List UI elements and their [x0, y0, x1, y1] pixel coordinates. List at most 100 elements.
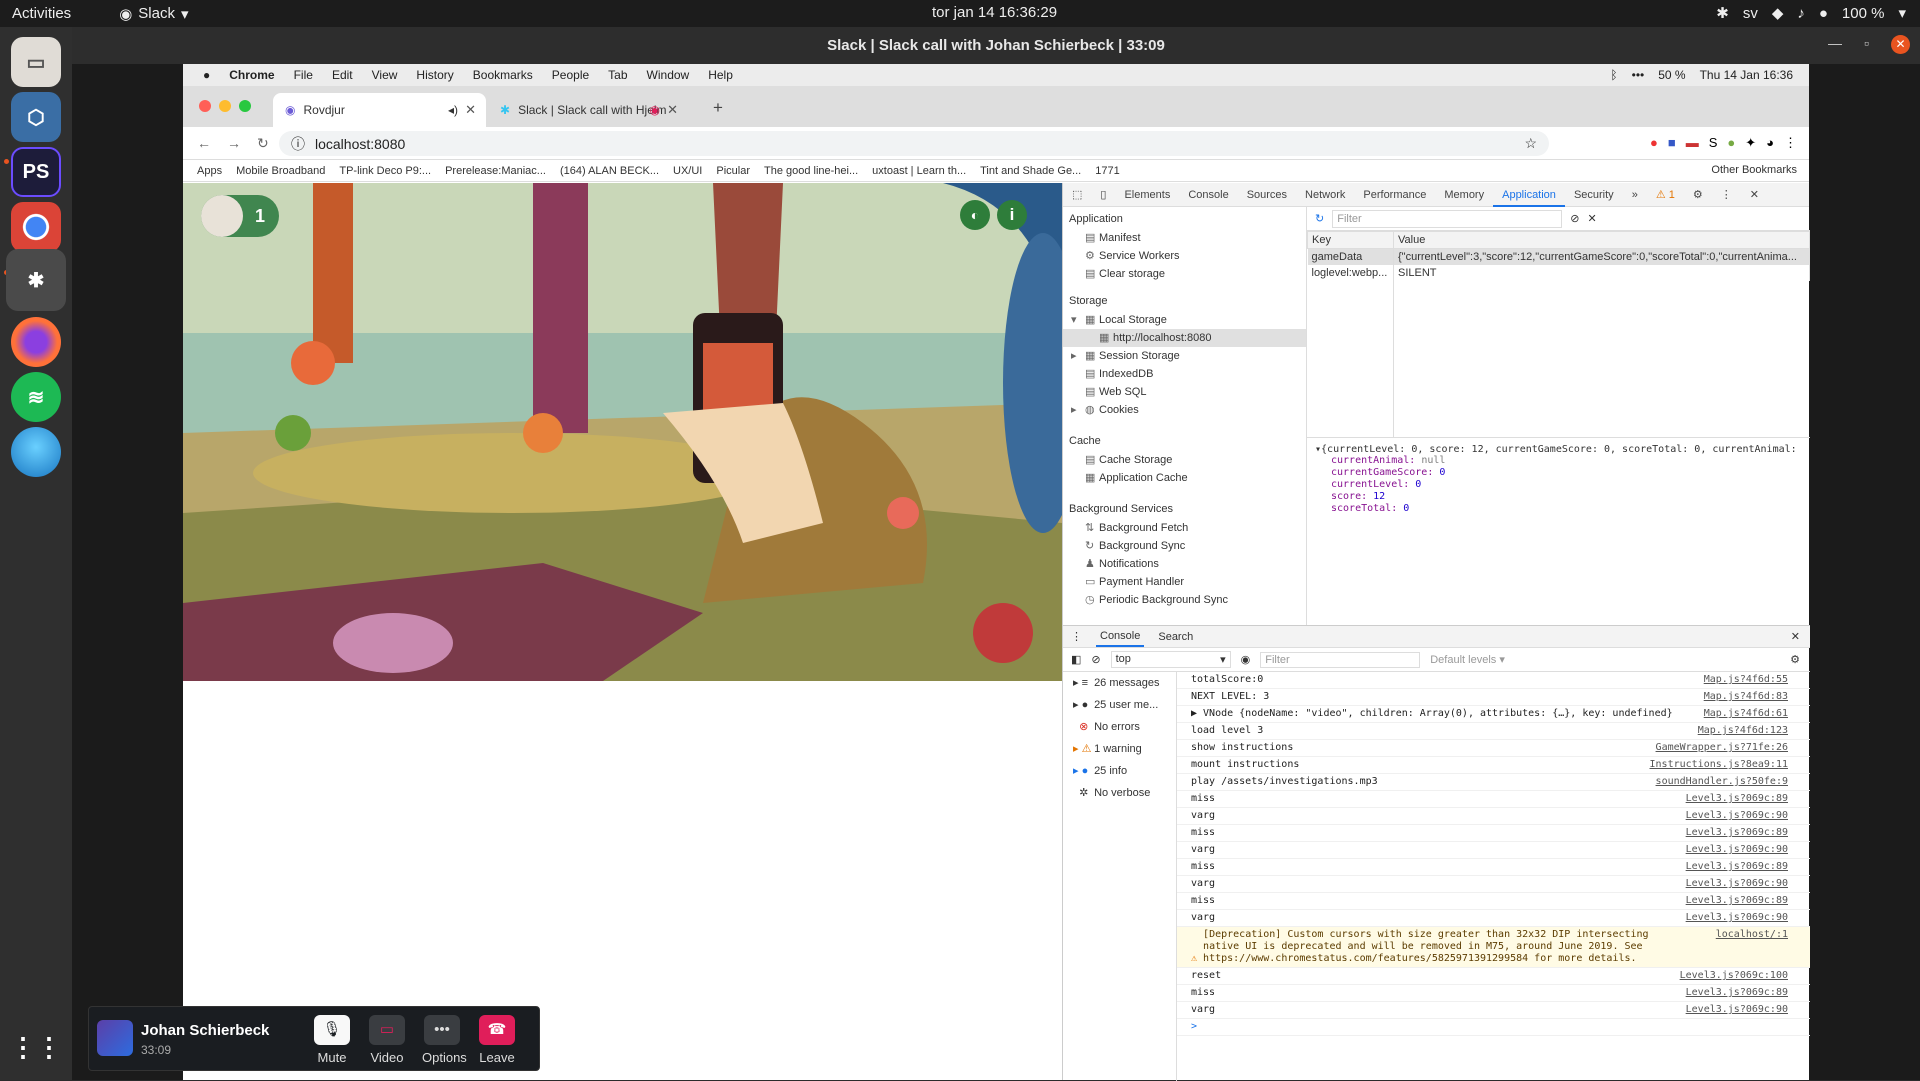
warning-count[interactable]: ⚠ 1 [1647, 183, 1684, 207]
clear-all-icon[interactable]: ⊘ [1570, 212, 1579, 225]
audio-icon[interactable]: ◂) [448, 103, 458, 117]
source-link[interactable]: Map.js?4f6d:123 [1698, 725, 1788, 736]
sidebar-item-session-storage[interactable]: ▸ ▦ Session Storage [1063, 347, 1306, 365]
context-select[interactable]: top ▾ [1110, 651, 1231, 668]
console-message[interactable]: varg Level3.js?069c:90 [1177, 1002, 1810, 1019]
filter-user-messages[interactable]: ▸ ● 25 user me... [1063, 694, 1176, 716]
bookmark-item[interactable]: Picular [716, 165, 750, 177]
firefox-icon[interactable] [11, 317, 61, 367]
source-link[interactable]: Level3.js?069c:90 [1686, 878, 1788, 889]
sidebar-item-local-storage[interactable]: ▾ ▦ Local Storage [1063, 311, 1306, 329]
sidebar-item-notifications[interactable]: ♟ Notifications [1063, 555, 1306, 573]
wifi-icon[interactable]: ◆ [1772, 4, 1784, 22]
column-key[interactable]: Key [1307, 231, 1394, 249]
tab-rovdjur[interactable]: ◉ Rovdjur ◂) ✕ [273, 93, 486, 127]
source-link[interactable]: Level3.js?069c:89 [1686, 793, 1788, 804]
maximize-icon[interactable]: ▫ [1864, 35, 1869, 54]
files-icon[interactable]: ▭ [11, 37, 61, 87]
storage-filter-input[interactable]: Filter [1332, 209, 1563, 228]
sidebar-item-background-fetch[interactable]: ⇅ Background Fetch [1063, 519, 1306, 537]
console-message[interactable]: play /assets/investigations.mp3 soundHand… [1177, 774, 1810, 791]
menu-chrome[interactable]: Chrome [229, 68, 274, 82]
source-link[interactable]: GameWrapper.js?71fe:26 [1656, 742, 1788, 753]
settings-icon[interactable]: ⚙ [1684, 183, 1712, 207]
address-bar[interactable]: ⓘ localhost:8080 ☆ [279, 131, 1549, 156]
console-message[interactable]: miss Level3.js?069c:89 [1177, 791, 1810, 808]
language-indicator[interactable]: sv [1743, 5, 1758, 22]
slack-dock-icon[interactable]: ✱ [6, 249, 66, 311]
console-settings-icon[interactable]: ⚙ [1790, 653, 1800, 666]
source-link[interactable]: Map.js?4f6d:55 [1704, 674, 1788, 685]
eye-icon[interactable]: ◉ [1241, 653, 1251, 666]
close-window-dot[interactable] [199, 100, 211, 112]
info-icon[interactable]: i [997, 200, 1027, 230]
menu-view[interactable]: View [372, 68, 398, 82]
tab-performance[interactable]: Performance [1354, 183, 1435, 207]
profile-avatar[interactable]: ◕ [1766, 135, 1774, 151]
source-link[interactable]: Level3.js?069c:90 [1686, 844, 1788, 855]
sidebar-item-manifest[interactable]: ▤ Manifest [1063, 229, 1306, 247]
drawer-tab-search[interactable]: Search [1158, 631, 1193, 643]
sidebar-item-payment-handler[interactable]: ▭ Payment Handler [1063, 573, 1306, 591]
menu-help[interactable]: Help [708, 68, 733, 82]
source-link[interactable]: soundHandler.js?50fe:9 [1656, 776, 1788, 787]
console-message[interactable]: varg Level3.js?069c:90 [1177, 808, 1810, 825]
tab-slack-call[interactable]: ✱ Slack | Slack call with Hjelm ◉ ✕ [488, 93, 688, 127]
close-tab-icon[interactable]: ✕ [667, 102, 678, 118]
tab-elements[interactable]: Elements [1115, 183, 1179, 207]
browser-icon[interactable] [11, 427, 61, 477]
bookmark-item[interactable]: Prerelease:Maniac... [445, 165, 546, 177]
system-clock[interactable]: tor jan 14 16:36:29 [932, 4, 1057, 21]
mac-battery[interactable]: 50 % [1658, 68, 1685, 82]
source-link[interactable]: Level3.js?069c:90 [1686, 1004, 1788, 1015]
sidebar-item-localhost[interactable]: ▦ http://localhost:8080 [1063, 329, 1306, 347]
menu-edit[interactable]: Edit [332, 68, 353, 82]
sound-icon[interactable]: ◐ [960, 200, 990, 230]
source-link[interactable]: Instructions.js?8ea9:11 [1650, 759, 1788, 770]
back-icon[interactable]: ← [197, 135, 211, 152]
filter-warnings[interactable]: ▸ ⚠ 1 warning [1063, 738, 1176, 760]
console-filter-input[interactable]: Filter [1260, 651, 1421, 668]
console-message[interactable]: varg Level3.js?069c:90 [1177, 910, 1810, 927]
other-bookmarks[interactable]: Other Bookmarks [1711, 164, 1797, 176]
console-message[interactable]: varg Level3.js?069c:90 [1177, 876, 1810, 893]
column-value[interactable]: Value [1393, 231, 1810, 249]
game-canvas[interactable]: 1 ◐ i [183, 183, 1062, 681]
bookmark-item[interactable]: (164) ALAN BECK... [560, 165, 659, 177]
bookmark-item[interactable]: uxtoast | Learn th... [872, 165, 966, 177]
sidebar-item-cache-storage[interactable]: ▤ Cache Storage [1063, 451, 1306, 469]
phpstorm-icon[interactable]: PS [11, 147, 61, 197]
value-preview[interactable]: ▾{currentLevel: 0, score: 12, currentGam… [1307, 437, 1810, 625]
console-message[interactable]: varg Level3.js?069c:90 [1177, 842, 1810, 859]
system-tray[interactable]: ✱ sv ◆ ♪ ● 100 % ▾ [1716, 4, 1906, 23]
leave-button[interactable]: ☎ Leave [477, 1015, 517, 1065]
tab-security[interactable]: Security [1565, 183, 1623, 207]
tab-network[interactable]: Network [1296, 183, 1354, 207]
menu-bookmarks[interactable]: Bookmarks [473, 68, 533, 82]
minimize-window-dot[interactable] [219, 100, 231, 112]
menu-icon[interactable]: ⋮ [1784, 135, 1797, 151]
console-message[interactable]: mount instructions Instructions.js?8ea9:1… [1177, 757, 1810, 774]
volume-icon[interactable]: ♪ [1797, 5, 1805, 22]
battery-indicator[interactable]: 100 % [1842, 5, 1885, 22]
bookmark-item[interactable]: TP-link Deco P9:... [339, 165, 431, 177]
menu-file[interactable]: File [294, 68, 313, 82]
clear-console-icon[interactable]: ⊘ [1091, 653, 1100, 666]
console-message[interactable]: ▶ VNode {nodeName: "video", children: Ar… [1177, 706, 1810, 723]
kebab-menu-icon[interactable]: ⋮ [1712, 183, 1741, 207]
preview-summary[interactable]: ▾{currentLevel: 0, score: 12, currentGam… [1315, 444, 1802, 455]
console-message[interactable]: load level 3 Map.js?4f6d:123 [1177, 723, 1810, 740]
bookmark-apps[interactable]: Apps [197, 165, 222, 177]
new-tab-icon[interactable]: + [713, 98, 723, 118]
more-icon[interactable]: ••• [1632, 68, 1645, 82]
menu-people[interactable]: People [552, 68, 589, 82]
tab-memory[interactable]: Memory [1435, 183, 1493, 207]
apple-icon[interactable]: ● [203, 68, 210, 82]
console-message[interactable]: reset Level3.js?069c:100 [1177, 968, 1810, 985]
source-link[interactable]: localhost/:1 [1716, 929, 1788, 941]
app-menu[interactable]: ◉ Slack ▾ [119, 5, 188, 23]
spotify-icon[interactable]: ≋ [11, 372, 61, 422]
sidebar-item-cookies[interactable]: ▸ ◍ Cookies [1063, 401, 1306, 419]
ext-icon[interactable]: ▬ [1686, 135, 1699, 151]
console-message[interactable]: NEXT LEVEL: 3 Map.js?4f6d:83 [1177, 689, 1810, 706]
